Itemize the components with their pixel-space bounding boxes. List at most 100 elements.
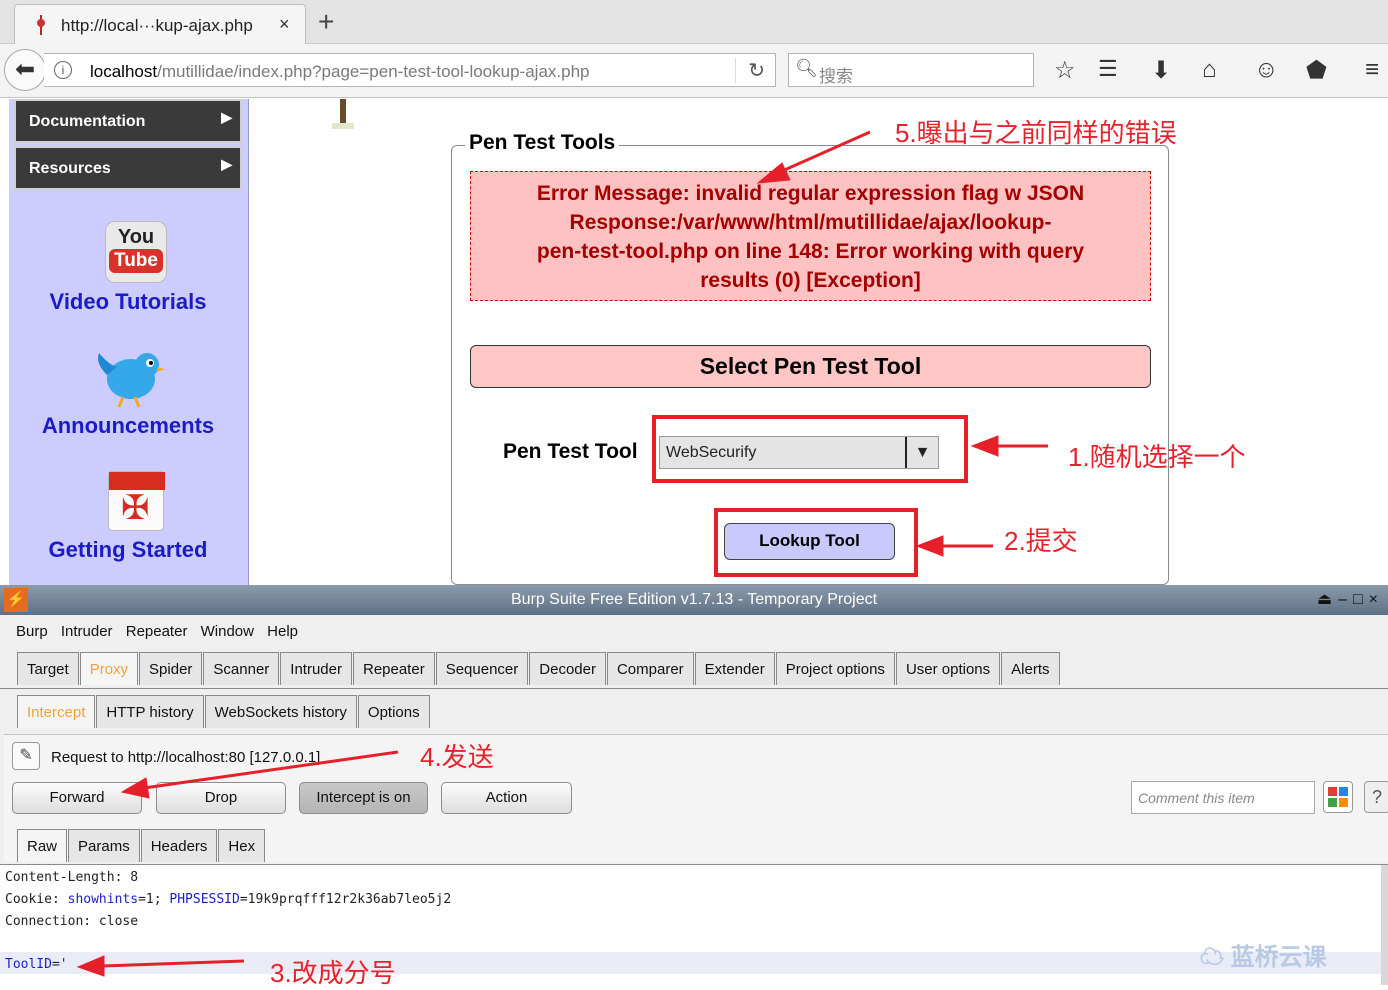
tab-decoder[interactable]: Decoder [529, 652, 606, 685]
error-line: Response:/var/www/html/mutillidae/ajax/l… [569, 211, 1052, 234]
url-bar[interactable]: i localhost/mutillidae/index.php?page=pe… [44, 53, 776, 87]
browser-tab[interactable]: http://local···kup-ajax.php × [14, 4, 306, 44]
tab-sequencer[interactable]: Sequencer [435, 652, 529, 685]
getting-started-link[interactable]: Getting Started [9, 537, 247, 563]
burp-title-bar: Burp Suite Free Edition v1.7.13 - Tempor… [0, 585, 1388, 615]
chat-icon[interactable]: ☺ [1254, 56, 1279, 84]
tab-hex[interactable]: Hex [218, 829, 266, 862]
tab-divider [0, 688, 1388, 689]
pocket-icon[interactable]: ⬟ [1306, 56, 1327, 85]
forward-button[interactable]: Forward [12, 782, 142, 814]
cookie-key: PHPSESSID [169, 892, 240, 907]
tab-spider[interactable]: Spider [139, 652, 203, 685]
youtube-icon[interactable]: You Tube [105, 221, 167, 283]
sidebar-item-label: Resources [29, 160, 111, 177]
youtube-icon-bottom: Tube [109, 249, 163, 273]
annotation-step-2: 2.提交 [1004, 526, 1078, 556]
tab-user-options[interactable]: User options [895, 652, 1001, 685]
search-bar[interactable]: 🔍︎ 搜索 [788, 53, 1034, 87]
tab-scanner[interactable]: Scanner [203, 652, 280, 685]
page-content: Documentation ▶ Resources ▶ You Tube Vid… [0, 99, 1388, 585]
burp-title: Burp Suite Free Edition v1.7.13 - Tempor… [510, 591, 878, 608]
request-body-line: ToolID=' [5, 957, 68, 972]
watermark-text: 蓝桥云课 [1230, 944, 1327, 971]
error-line: Error Message: invalid regular expressio… [536, 182, 1085, 205]
annotation-step-4: 4.发送 [420, 742, 494, 772]
tab-headers[interactable]: Headers [140, 829, 218, 862]
editor-scrollbar[interactable] [1381, 865, 1388, 985]
back-button[interactable]: ⬅ [4, 49, 46, 91]
tab-title: http://local···kup-ajax.php [61, 16, 253, 35]
tab-alerts[interactable]: Alerts [1001, 652, 1060, 685]
favicon-icon [37, 15, 45, 35]
chevron-right-icon: ▶ [221, 109, 232, 125]
annotation-step-5: 5.曝出与之前同样的错误 [895, 118, 1177, 148]
annotation-box-select [652, 415, 968, 483]
tab-proxy[interactable]: Proxy [79, 652, 139, 685]
video-tutorials-link[interactable]: Video Tutorials [9, 289, 247, 315]
reload-icon[interactable]: ↻ [735, 58, 765, 83]
sidebar: Documentation ▶ Resources ▶ You Tube Vid… [9, 99, 249, 585]
edit-pencil-icon[interactable]: ✎ [12, 742, 40, 770]
back-arrow-icon: ⬅ [14, 56, 36, 83]
menu-help[interactable]: Help [267, 623, 298, 640]
logo-icon [332, 99, 354, 129]
youtube-icon-top: You [117, 226, 155, 248]
menu-intruder[interactable]: Intruder [61, 623, 113, 640]
tab-comparer[interactable]: Comparer [606, 652, 694, 685]
help-button[interactable]: ? [1364, 781, 1388, 813]
download-icon[interactable]: ⬇ [1151, 56, 1171, 85]
burp-menubar: Burp Intruder Repeater Window Help [0, 615, 1388, 645]
tab-intruder[interactable]: Intruder [280, 652, 352, 685]
tab-project-options[interactable]: Project options [775, 652, 895, 685]
request-body-line-highlight [0, 952, 1388, 974]
twitter-bird-icon[interactable] [93, 345, 165, 411]
proxy-sub-tabs: Intercept HTTP history WebSockets histor… [17, 695, 431, 728]
tool-label: Pen Test Tool [503, 440, 638, 463]
request-line: Content-Length: 8 [5, 870, 139, 885]
tab-raw[interactable]: Raw [17, 829, 68, 862]
window-controls[interactable]: ⏏–□× [1317, 589, 1384, 609]
search-placeholder: 搜索 [819, 67, 853, 86]
menu-repeater[interactable]: Repeater [126, 623, 188, 640]
tab-repeater[interactable]: Repeater [352, 652, 435, 685]
body-param-key: ToolID [5, 957, 52, 972]
tab-intercept[interactable]: Intercept [17, 695, 96, 728]
sidebar-item-documentation[interactable]: Documentation ▶ [14, 99, 242, 143]
bookmark-star-icon[interactable]: ☆ [1054, 56, 1076, 85]
search-icon: 🔍︎ [795, 58, 818, 78]
drop-button[interactable]: Drop [156, 782, 286, 814]
tab-http-history[interactable]: HTTP history [96, 695, 204, 728]
browser-nav-bar: ⬅ i localhost/mutillidae/index.php?page=… [0, 44, 1388, 98]
select-tool-header: Select Pen Test Tool [470, 345, 1151, 388]
comment-field[interactable]: Comment this item [1131, 781, 1315, 814]
watermark-logo: ☁ 蓝桥云课 [1200, 937, 1327, 972]
url-text: localhost/mutillidae/index.php?page=pen-… [90, 62, 589, 82]
hamburger-menu-icon[interactable]: ≡ [1365, 56, 1379, 84]
cookie-key: showhints [67, 892, 139, 907]
request-target-label: Request to http://localhost:80 [127.0.0.… [51, 749, 321, 766]
acrobat-icon: ✠ [121, 489, 150, 527]
tab-extender[interactable]: Extender [694, 652, 775, 685]
menu-window[interactable]: Window [201, 623, 254, 640]
highlight-color-icon[interactable] [1323, 781, 1353, 813]
info-icon[interactable]: i [54, 61, 72, 79]
sidebar-item-resources[interactable]: Resources ▶ [14, 146, 242, 190]
tab-options[interactable]: Options [357, 695, 430, 728]
announcements-link[interactable]: Announcements [9, 413, 247, 439]
new-tab-button[interactable]: + [318, 6, 334, 38]
error-message-box: Error Message: invalid regular expressio… [470, 171, 1151, 301]
pdf-icon[interactable]: ✠ [108, 471, 165, 531]
browser-tab-bar: http://local···kup-ajax.php × + [0, 0, 1388, 44]
reading-list-icon[interactable]: ☰ [1098, 56, 1118, 82]
tab-websockets-history[interactable]: WebSockets history [204, 695, 357, 728]
tab-params[interactable]: Params [68, 829, 140, 862]
home-icon[interactable]: ⌂ [1202, 56, 1217, 84]
intercept-toggle-button[interactable]: Intercept is on [299, 782, 428, 814]
tab-target[interactable]: Target [17, 652, 79, 685]
tab-close-icon[interactable]: × [279, 14, 290, 35]
url-path: /mutillidae/index.php?page=pen-test-tool… [157, 62, 590, 81]
cookie-prefix: Cookie: [5, 892, 68, 907]
menu-burp[interactable]: Burp [16, 623, 48, 640]
action-button[interactable]: Action [441, 782, 572, 814]
